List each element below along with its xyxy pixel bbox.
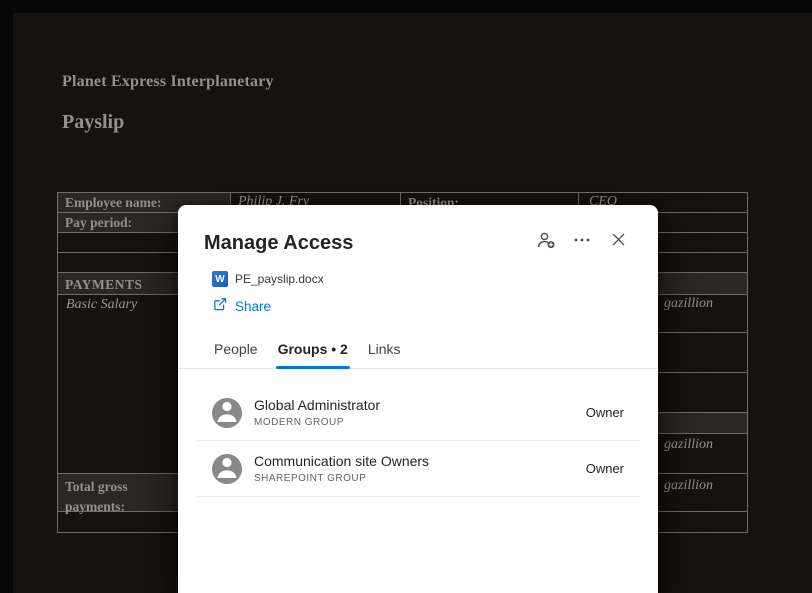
amount-value: gazillion [664, 437, 713, 453]
ellipsis-icon [573, 231, 591, 254]
amount-value: gazillion [664, 478, 713, 494]
share-label: Share [235, 299, 271, 314]
group-name: Global Administrator [254, 397, 380, 414]
tab-bar: People Groups • 2 Links [204, 340, 411, 369]
grant-access-button[interactable] [536, 232, 556, 252]
close-icon [611, 232, 626, 252]
employee-name-label: Employee name: [65, 195, 161, 211]
file-row: W PE_payslip.docx [212, 271, 324, 287]
word-document-icon: W [212, 271, 228, 287]
person-silhouette-icon [212, 398, 242, 428]
group-avatar [212, 454, 242, 484]
tab-groups[interactable]: Groups • 2 [268, 340, 358, 369]
group-role: Owner [586, 405, 624, 420]
payments-section-header: PAYMENTS [65, 277, 143, 293]
manage-access-dialog: Manage Access [178, 205, 658, 593]
share-icon [212, 296, 228, 317]
groups-list: Global Administrator MODERN GROUP Owner … [178, 385, 658, 497]
person-silhouette-icon [212, 454, 242, 484]
group-row[interactable]: Communication site Owners SHAREPOINT GRO… [196, 441, 640, 497]
person-add-icon [536, 230, 556, 255]
dialog-title: Manage Access [204, 232, 353, 255]
basic-salary-label: Basic Salary [66, 297, 137, 313]
document-title: Payslip [62, 111, 124, 134]
group-type: MODERN GROUP [254, 417, 380, 428]
dialog-actions [536, 232, 628, 252]
tab-people[interactable]: People [204, 340, 268, 369]
group-text: Communication site Owners SHAREPOINT GRO… [254, 453, 429, 484]
share-button[interactable]: Share [212, 296, 271, 317]
screen: Planet Express Interplanetary Payslip Em… [0, 0, 812, 593]
more-options-button[interactable] [572, 232, 592, 252]
group-type: SHAREPOINT GROUP [254, 473, 429, 484]
pay-period-label: Pay period: [65, 215, 132, 231]
amount-value: gazillion [664, 296, 713, 312]
group-row[interactable]: Global Administrator MODERN GROUP Owner [196, 385, 640, 441]
group-role: Owner [586, 461, 624, 476]
group-name: Communication site Owners [254, 453, 429, 470]
group-avatar [212, 398, 242, 428]
tab-links[interactable]: Links [358, 340, 411, 369]
total-gross-label: Total gross payments: [65, 477, 177, 516]
group-text: Global Administrator MODERN GROUP [254, 397, 380, 428]
file-name: PE_payslip.docx [235, 272, 324, 286]
company-name: Planet Express Interplanetary [62, 73, 274, 91]
close-button[interactable] [608, 232, 628, 252]
